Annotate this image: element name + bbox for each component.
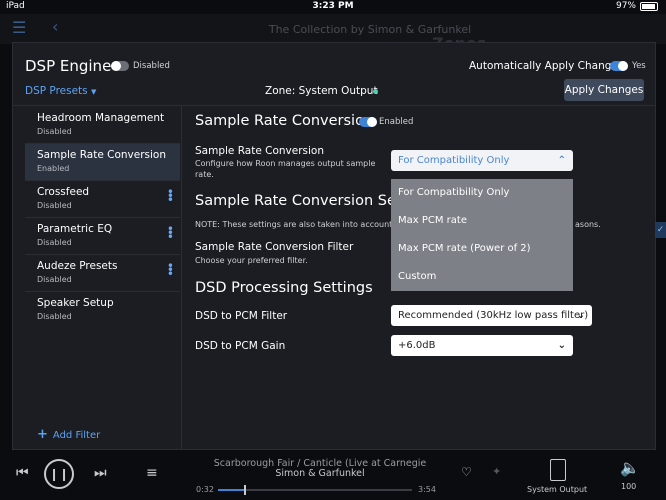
dsd-gain-select[interactable]: +6.0dB ⌄	[391, 335, 573, 356]
add-filter-label: Add Filter	[52, 430, 101, 441]
dsd-filter-value: Recommended (30kHz low pass filter)	[398, 310, 589, 321]
dropdown-option[interactable]: Max PCM rate	[398, 215, 467, 226]
clock: 3:23 PM	[312, 1, 354, 11]
elapsed-time: 0:32	[196, 485, 214, 494]
dsp-engine-toggle-label: Disabled	[133, 61, 170, 71]
sidebar-item-name: Headroom Management	[37, 112, 165, 124]
dsp-engine-dialog: DSP Engine Disabled Automatically Apply …	[12, 42, 656, 450]
auto-apply-value: Yes	[632, 61, 646, 71]
sidebar-item-sample-rate[interactable]: Sample Rate Conversion Enabled	[25, 144, 180, 181]
speaker-icon[interactable]	[550, 459, 566, 481]
sidebar-item-crossfeed[interactable]: Crossfeed Disabled • • •	[25, 181, 180, 218]
src-toggle-label: Enabled	[379, 117, 414, 127]
filter-setting-label: Sample Rate Conversion Filter	[195, 241, 354, 253]
sidebar-item-parametric-eq[interactable]: Parametric EQ Disabled • • •	[25, 218, 180, 255]
sidebar-item-audeze[interactable]: Audeze Presets Disabled • • •	[25, 255, 180, 292]
zone-name[interactable]: System Output	[527, 485, 587, 494]
sidebar-item-name: Speaker Setup	[37, 297, 114, 309]
dropdown-option[interactable]: Custom	[398, 271, 436, 282]
more-options-icon[interactable]: • • •	[167, 223, 174, 243]
previous-track-icon[interactable]: ⏮	[16, 465, 29, 481]
sidebar-item-status: Disabled	[37, 275, 72, 284]
hamburger-menu-icon[interactable]: ☰	[12, 18, 26, 37]
battery-percent: 97%	[615, 1, 636, 11]
sidebar-item-headroom[interactable]: Headroom Management Disabled	[25, 107, 180, 144]
sidebar-item-status: Disabled	[37, 238, 72, 247]
battery-icon	[640, 1, 658, 11]
seek-bar[interactable]	[218, 485, 412, 495]
dsp-presets-label: DSP Presets	[25, 85, 88, 97]
radio-icon[interactable]: ✦	[492, 465, 501, 478]
src-setting-description: Configure how Roon manages output sample…	[195, 159, 376, 179]
dropdown-option[interactable]: For Compatibility Only	[398, 187, 509, 198]
checkmark-icon: ✓	[655, 222, 666, 238]
next-track-icon[interactable]: ⏭	[94, 465, 107, 481]
more-options-icon[interactable]: • • •	[167, 260, 174, 280]
dialog-title: DSP Engine	[25, 57, 112, 75]
seek-thumb[interactable]	[244, 485, 247, 495]
divider	[13, 105, 655, 106]
status-bar: iPad 3:23 PM 97%	[0, 0, 666, 14]
volume-icon[interactable]: 🔈	[620, 458, 640, 477]
volume-level: 100	[621, 482, 637, 491]
sidebar-item-status: Disabled	[37, 127, 72, 136]
chevron-down-icon: ⌄	[557, 340, 566, 351]
duration-time: 3:54	[418, 485, 436, 494]
filter-setting-description: Choose your preferred filter.	[195, 256, 308, 265]
settings-note: NOTE: These settings are also taken into…	[195, 220, 412, 229]
player-bar: ⏮ ❙❙ ⏭ ≡ Scarborough Fair / Canticle (Li…	[0, 456, 666, 500]
seek-bar-fill	[218, 489, 245, 491]
section-title-src: Sample Rate Conversion	[195, 113, 374, 129]
dsp-engine-toggle[interactable]	[111, 61, 129, 71]
auto-apply-toggle[interactable]	[610, 61, 628, 71]
dsd-filter-select[interactable]: Recommended (30kHz low pass filter) ⌄	[391, 305, 592, 326]
chevron-up-icon: ⌃	[557, 155, 566, 166]
settings-note-tail: asons.	[575, 220, 601, 229]
zone-status-dot	[373, 89, 378, 94]
src-mode-select[interactable]: For Compatibility Only ⌃	[391, 150, 573, 171]
dsd-filter-label: DSD to PCM Filter	[195, 310, 288, 322]
caret-down-icon: ▼	[90, 88, 97, 96]
plus-icon: +	[37, 427, 48, 442]
sidebar-item-speaker-setup[interactable]: Speaker Setup Disabled	[25, 292, 180, 328]
back-arrow-icon[interactable]: ‹	[52, 17, 58, 36]
divider	[181, 105, 182, 449]
dsp-presets-dropdown[interactable]: DSP Presets ▼	[25, 85, 96, 97]
zone-label: Zone: System Output	[265, 85, 378, 97]
src-mode-dropdown-list: For Compatibility Only Max PCM rate Max …	[391, 179, 573, 291]
sidebar-item-name: Crossfeed	[37, 186, 90, 198]
sidebar-item-status: Enabled	[37, 164, 70, 173]
track-artist[interactable]: Simon & Garfunkel	[200, 468, 440, 479]
src-enable-toggle[interactable]	[359, 117, 377, 127]
chevron-down-icon: ⌄	[576, 310, 585, 321]
sidebar-item-name: Parametric EQ	[37, 223, 113, 235]
pause-button[interactable]: ❙❙	[44, 459, 74, 489]
src-mode-value: For Compatibility Only	[398, 155, 510, 166]
add-filter-button[interactable]: + Add Filter	[37, 427, 100, 442]
dsd-gain-value: +6.0dB	[398, 340, 436, 351]
heart-icon[interactable]: ♡	[461, 465, 472, 479]
queue-icon[interactable]: ≡	[146, 465, 158, 481]
auto-apply-label: Automatically Apply Changes	[469, 60, 624, 72]
sidebar-item-name: Audeze Presets	[37, 260, 118, 272]
battery-indicator: 97%	[616, 1, 658, 11]
dsd-gain-label: DSD to PCM Gain	[195, 340, 286, 352]
section-title-dsd: DSD Processing Settings	[195, 280, 373, 296]
app-header: ☰ ‹ The Collection by Simon & Garfunkel …	[0, 14, 666, 53]
filter-sidebar: Headroom Management Disabled Sample Rate…	[25, 107, 180, 328]
sidebar-item-name: Sample Rate Conversion	[37, 149, 166, 161]
more-options-icon[interactable]: • • •	[167, 186, 174, 206]
sidebar-item-status: Disabled	[37, 312, 72, 321]
section-title-settings: Sample Rate Conversion Settings	[195, 193, 391, 209]
src-setting-label: Sample Rate Conversion	[195, 145, 324, 157]
sidebar-item-status: Disabled	[37, 201, 72, 210]
apply-changes-button[interactable]: Apply Changes	[564, 79, 644, 101]
dropdown-option[interactable]: Max PCM rate (Power of 2)	[398, 243, 531, 254]
